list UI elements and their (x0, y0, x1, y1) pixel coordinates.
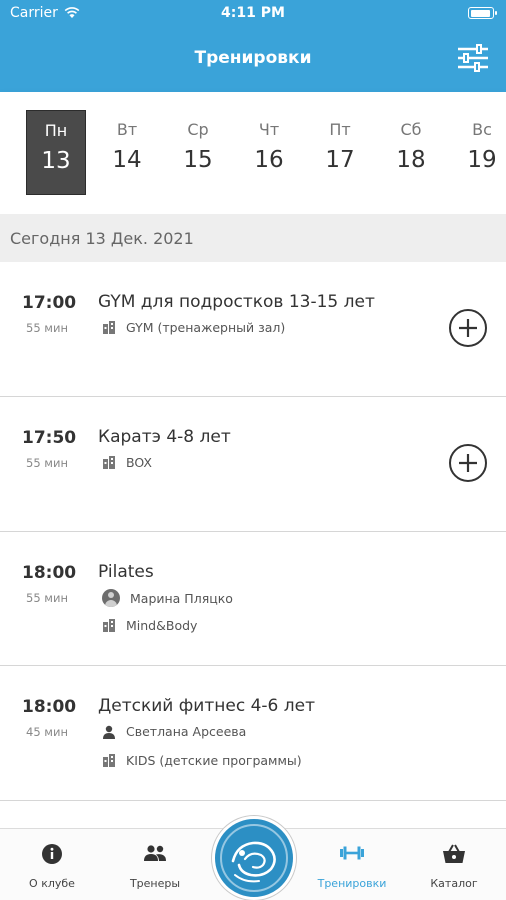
session-trainer: Светлана Арсеева (102, 724, 246, 739)
session-title: Pilates (98, 562, 154, 582)
tab-workouts[interactable]: Тренировки (302, 829, 402, 900)
trainer-avatar (102, 589, 120, 607)
session-title: Каратэ 4-8 лет (98, 427, 231, 447)
building-icon (103, 619, 115, 632)
day-thursday[interactable]: Чт 16 (239, 110, 299, 195)
basket-icon (443, 844, 465, 863)
session-row[interactable]: 18:00 55 мин Pilates Марина Пляцко Mind&… (0, 533, 506, 666)
info-icon (42, 844, 62, 864)
session-time: 17:50 (22, 428, 77, 448)
location-text: BOX (126, 455, 152, 470)
day-name: Вс (472, 120, 492, 139)
day-name: Ср (187, 120, 209, 139)
trainer-name: Светлана Арсеева (126, 724, 247, 739)
day-monday[interactable]: Пн 13 (26, 110, 86, 195)
day-date: 15 (183, 147, 213, 173)
tab-label: Тренировки (317, 877, 387, 890)
session-row[interactable]: 18:00 45 мин Детский фитнес 4-6 лет Свет… (0, 667, 506, 801)
session-location: BOX (102, 455, 152, 470)
app-header: Carrier 4:11 PM Тренировки (0, 0, 506, 92)
session-location: Mind&Body (102, 618, 197, 633)
day-tuesday[interactable]: Вт 14 (97, 110, 157, 195)
battery-icon (468, 7, 497, 19)
day-date: 16 (254, 147, 284, 173)
person-icon (103, 725, 115, 739)
status-time: 4:11 PM (221, 5, 285, 21)
session-row[interactable]: 17:00 55 мин GYM для подростков 13-15 ле… (0, 263, 506, 397)
add-booking-icon[interactable] (448, 308, 488, 348)
session-duration: 55 мин (26, 456, 68, 470)
location-text: Mind&Body (126, 618, 198, 633)
session-time: 18:00 (22, 697, 77, 717)
location-text: GYM (тренажерный зал) (126, 320, 286, 335)
day-friday[interactable]: Пт 17 (310, 110, 370, 195)
club-logo-button[interactable] (212, 816, 296, 900)
day-name: Чт (258, 120, 280, 139)
session-duration: 55 мин (26, 591, 68, 605)
location-text: KIDS (детские программы) (126, 753, 302, 768)
tab-about-club[interactable]: О клубе (2, 829, 102, 900)
day-wednesday[interactable]: Ср 15 (168, 110, 228, 195)
status-bar: Carrier 4:11 PM (0, 0, 506, 28)
dumbbell-icon (340, 846, 364, 860)
day-name: Вт (116, 120, 138, 139)
session-time: 18:00 (22, 563, 77, 583)
week-selector: Пн 13 Вт 14 Ср 15 Чт 16 Пт 17 Сб 18 Вс 1… (0, 92, 506, 214)
day-name: Пн (44, 121, 68, 140)
people-icon (144, 845, 166, 861)
day-date: 19 (467, 147, 497, 173)
tab-catalog[interactable]: Каталог (404, 829, 504, 900)
building-icon (103, 754, 115, 767)
trainer-name: Марина Пляцко (130, 590, 233, 606)
session-row[interactable]: 17:50 55 мин Каратэ 4-8 лет BOX (0, 398, 506, 532)
day-date: 13 (41, 148, 71, 174)
date-header: Сегодня 13 Дек. 2021 (0, 214, 506, 262)
tab-label: Каталог (430, 877, 478, 890)
building-icon (103, 321, 115, 334)
session-duration: 55 мин (26, 321, 68, 335)
session-time: 17:00 (22, 293, 77, 313)
session-title: Детский фитнес 4-6 лет (98, 696, 315, 716)
day-date: 18 (396, 147, 426, 173)
session-trainer: Марина Пляцко (102, 589, 233, 607)
add-booking-icon[interactable] (448, 443, 488, 483)
day-date: 17 (325, 147, 355, 173)
session-location: GYM (тренажерный зал) (102, 320, 285, 335)
tab-trainers[interactable]: Тренеры (105, 829, 205, 900)
session-location: KIDS (детские программы) (102, 753, 302, 768)
filter-settings-icon[interactable] (456, 44, 490, 72)
session-title: GYM для подростков 13-15 лет (98, 292, 375, 312)
building-icon (103, 456, 115, 469)
page-title: Тренировки (194, 48, 312, 68)
club-logo-icon (220, 824, 288, 892)
day-name: Пт (329, 120, 351, 139)
tab-label: О клубе (29, 877, 75, 890)
day-saturday[interactable]: Сб 18 (381, 110, 441, 195)
session-duration: 45 мин (26, 725, 68, 739)
tab-label: Тренеры (129, 877, 181, 890)
date-label: Сегодня 13 Дек. 2021 (10, 229, 194, 248)
day-date: 14 (112, 147, 142, 173)
day-sunday[interactable]: Вс 19 (452, 110, 506, 195)
day-name: Сб (400, 120, 422, 139)
